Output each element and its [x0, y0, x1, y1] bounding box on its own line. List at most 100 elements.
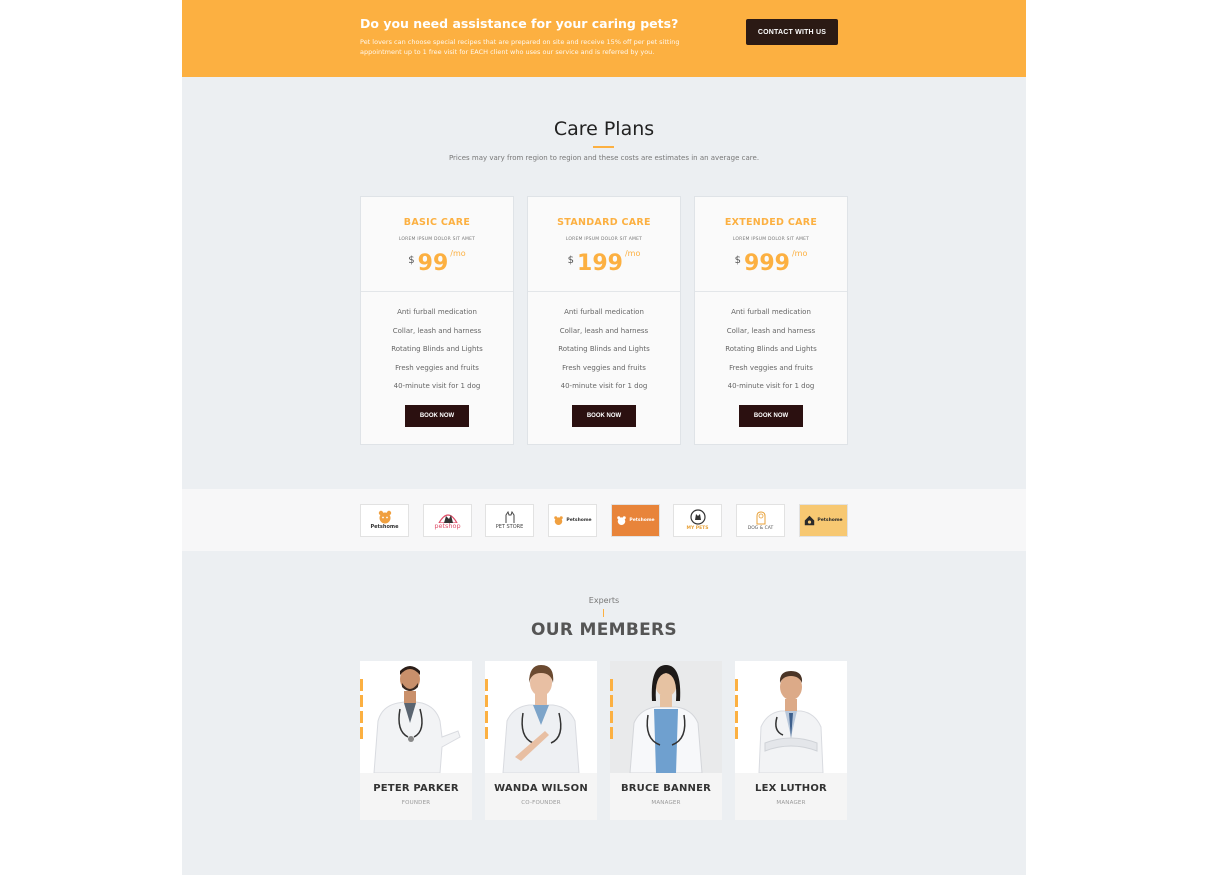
- plan-subtitle: LOREM IPSUM DOLOR SIT AMET: [732, 237, 810, 242]
- member-card[interactable]: WANDA WILSON CO-FOUNDER: [485, 661, 597, 820]
- plan-subtitle: LOREM IPSUM DOLOR SIT AMET: [565, 237, 643, 242]
- banner-text: Pet lovers can choose special recipes th…: [360, 38, 680, 56]
- plan-feature: Collar, leash and harness: [559, 326, 649, 335]
- member-name: PETER PARKER: [373, 783, 459, 794]
- price-period: /mo: [450, 249, 466, 258]
- member-name: WANDA WILSON: [494, 783, 588, 794]
- pet-face-icon: [617, 516, 627, 525]
- partner-logo-name: Petshome: [566, 518, 592, 523]
- partner-logo-name: petshop: [434, 522, 461, 530]
- plan-card-basic: BASIC CARE LOREM IPSUM DOLOR SIT AMET $9…: [360, 196, 514, 445]
- plan-price: $99/mo: [361, 249, 513, 276]
- partner-logo-name: Petshome: [370, 524, 399, 530]
- plan-card-header: BASIC CARE LOREM IPSUM DOLOR SIT AMET $9…: [361, 197, 513, 292]
- member-photo: [485, 661, 597, 773]
- price-amount: 99: [417, 251, 449, 276]
- member-role: FOUNDER: [401, 800, 431, 806]
- price-currency: $: [408, 255, 415, 266]
- member-photo: [735, 661, 847, 773]
- plan-feature: 40-minute visit for 1 dog: [560, 382, 648, 390]
- plan-card-header: EXTENDED CARE LOREM IPSUM DOLOR SIT AMET…: [695, 197, 847, 292]
- member-role: CO-FOUNDER: [521, 800, 561, 806]
- partner-logo-name: MY PETS: [686, 526, 709, 531]
- partner-logos: Petshome petshop PET STORE Petshome Pets…: [182, 489, 1026, 551]
- plan-name: BASIC CARE: [403, 217, 471, 228]
- pet-house-icon: [805, 515, 815, 526]
- member-accent-bar: [360, 679, 363, 743]
- price-currency: $: [567, 255, 575, 266]
- plan-feature: Rotating Blinds and Lights: [558, 345, 650, 353]
- plan-subtitle: LOREM IPSUM DOLOR SIT AMET: [398, 237, 476, 242]
- price-period: /mo: [791, 249, 808, 258]
- doctor-portrait-icon: [735, 661, 847, 773]
- member-card[interactable]: BRUCE BANNER MANAGER: [610, 661, 722, 820]
- partner-logo[interactable]: Petshome: [360, 504, 409, 537]
- section-title-care-plans: Care Plans: [553, 118, 655, 140]
- plan-feature: Collar, leash and harness: [392, 326, 482, 335]
- partner-logo[interactable]: DOG & CAT: [736, 504, 785, 537]
- price-period: /mo: [624, 249, 641, 258]
- plan-feature: Collar, leash and harness: [726, 326, 816, 335]
- member-role: MANAGER: [776, 800, 806, 806]
- plan-name: STANDARD CARE: [557, 217, 651, 228]
- doctor-portrait-icon: [610, 661, 722, 773]
- banner-title: Do you need assistance for your caring p…: [360, 16, 679, 31]
- book-now-button[interactable]: BOOK NOW: [405, 405, 469, 427]
- book-now-button[interactable]: BOOK NOW: [572, 405, 636, 427]
- price-amount: 199: [577, 251, 623, 276]
- plan-feature: Anti furball medication: [564, 308, 644, 316]
- partner-logo-name: Petshome: [629, 518, 655, 523]
- member-card[interactable]: PETER PARKER FOUNDER: [360, 661, 472, 820]
- plan-price: $999/mo: [695, 249, 847, 276]
- pet-face-icon: [554, 516, 564, 525]
- plan-feature: 40-minute visit for 1 dog: [393, 382, 481, 390]
- kicker-divider: [603, 609, 604, 617]
- contact-button[interactable]: CONTACT WITH US: [746, 19, 838, 45]
- price-currency: $: [734, 255, 742, 266]
- member-photo: [610, 661, 722, 773]
- book-now-button[interactable]: BOOK NOW: [739, 405, 803, 427]
- partner-logo[interactable]: MY PETS: [673, 504, 722, 537]
- partner-logo[interactable]: PET STORE: [485, 504, 534, 537]
- section-kicker: Experts: [588, 596, 620, 605]
- member-card[interactable]: LEX LUTHOR MANAGER: [735, 661, 847, 820]
- plan-feature: Anti furball medication: [397, 308, 477, 316]
- plan-feature: 40-minute visit for 1 dog: [727, 382, 815, 390]
- plan-feature: Fresh veggies and fruits: [395, 363, 479, 372]
- plan-features: Anti furball medication Collar, leash an…: [361, 303, 513, 396]
- plan-features: Anti furball medication Collar, leash an…: [695, 303, 847, 396]
- plan-card-standard: STANDARD CARE LOREM IPSUM DOLOR SIT AMET…: [527, 196, 681, 445]
- plan-name: EXTENDED CARE: [724, 217, 818, 228]
- plan-card-extended: EXTENDED CARE LOREM IPSUM DOLOR SIT AMET…: [694, 196, 848, 445]
- member-accent-bar: [610, 679, 613, 743]
- plan-features: Anti furball medication Collar, leash an…: [528, 303, 680, 396]
- partner-logo[interactable]: Petshome: [799, 504, 848, 537]
- doctor-portrait-icon: [360, 661, 472, 773]
- plan-feature: Rotating Blinds and Lights: [391, 345, 483, 353]
- price-amount: 999: [744, 251, 790, 276]
- member-photo: [360, 661, 472, 773]
- plan-feature: Fresh veggies and fruits: [729, 363, 813, 372]
- partner-logo[interactable]: Petshome: [611, 504, 660, 537]
- member-accent-bar: [485, 679, 488, 743]
- dog-cat-outline-icon: [756, 511, 765, 525]
- member-name: LEX LUTHOR: [755, 783, 827, 794]
- plan-feature: Fresh veggies and fruits: [562, 363, 646, 372]
- section-subtitle: Prices may vary from region to region an…: [448, 154, 760, 162]
- member-accent-bar: [735, 679, 738, 743]
- member-role: MANAGER: [651, 800, 681, 806]
- partner-logo[interactable]: Petshome: [548, 504, 597, 537]
- title-underline: [593, 146, 614, 148]
- partner-logo-name: DOG & CAT: [747, 526, 774, 531]
- partner-logo[interactable]: petshop: [423, 504, 472, 537]
- partner-logo-name: Petshome: [817, 518, 843, 523]
- plan-price: $199/mo: [528, 249, 680, 276]
- member-name: BRUCE BANNER: [620, 783, 712, 794]
- cat-outline-icon: [505, 510, 514, 523]
- plan-feature: Anti furball medication: [731, 308, 811, 316]
- pet-face-icon: [378, 510, 391, 524]
- partner-logo-name: PET STORE: [495, 524, 524, 530]
- plan-card-header: STANDARD CARE LOREM IPSUM DOLOR SIT AMET…: [528, 197, 680, 292]
- page: Do you need assistance for your caring p…: [182, 0, 1026, 875]
- section-title-members: OUR MEMBERS: [531, 620, 677, 640]
